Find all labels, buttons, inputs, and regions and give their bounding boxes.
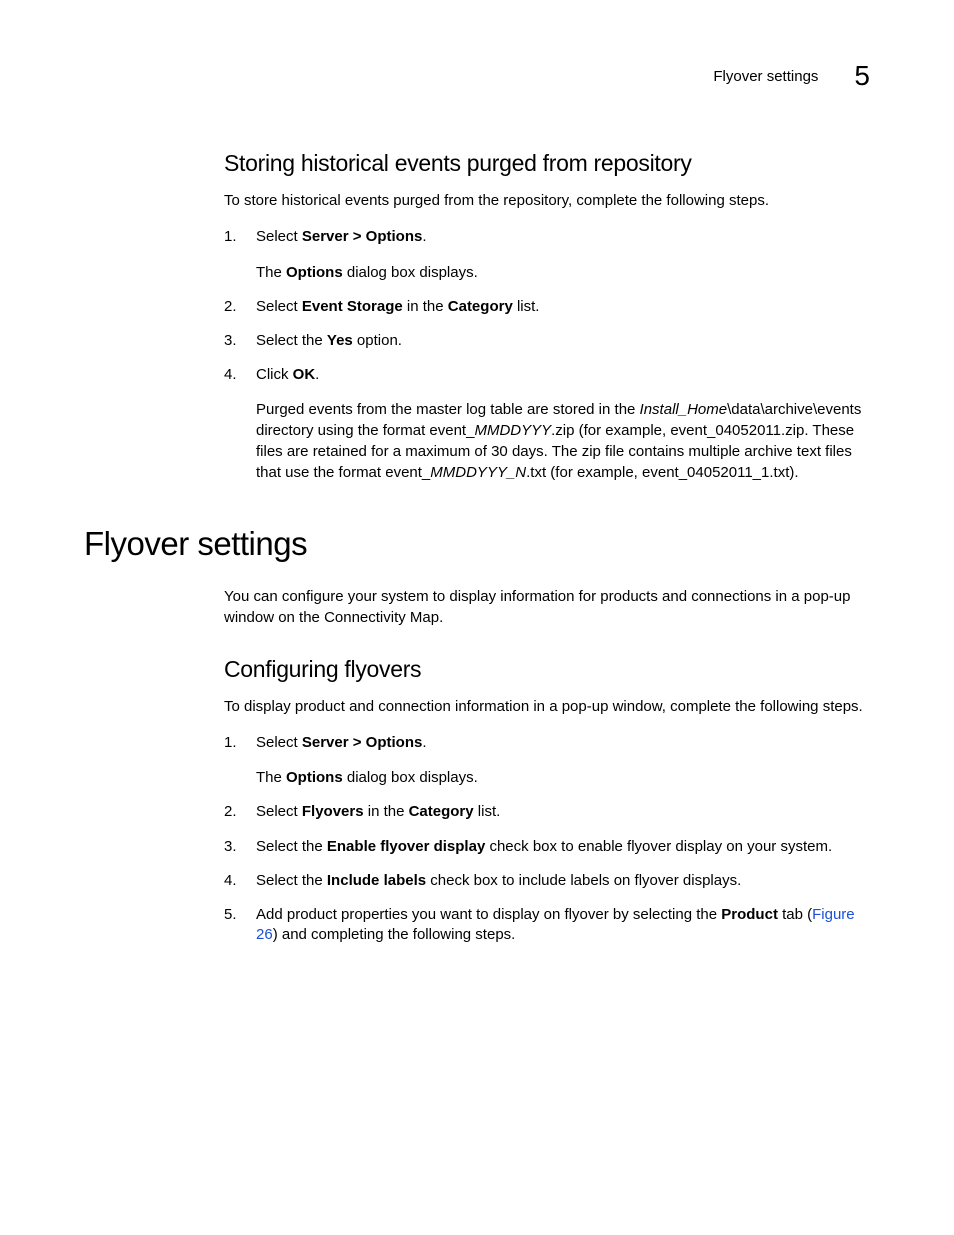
bold-text: OK <box>293 366 316 383</box>
page: Flyover settings 5 Storing historical ev… <box>0 0 954 960</box>
bold-text: Options <box>286 264 343 281</box>
text: list. <box>513 298 540 315</box>
text: check box to enable flyover display on y… <box>485 838 832 855</box>
substep: The Options dialog box displays. <box>256 262 872 283</box>
text: dialog box displays. <box>343 769 478 786</box>
italic-text: MMDDYYY <box>474 422 551 439</box>
intro-configuring: To display product and connection inform… <box>224 697 872 717</box>
text: in the <box>364 803 409 820</box>
text: option. <box>353 332 402 349</box>
bold-text: Flyovers <box>302 803 364 820</box>
text: Select the <box>256 872 327 889</box>
step-item: Select the Enable flyover display check … <box>224 837 872 857</box>
text: Purged events from the master log table … <box>256 401 640 418</box>
text: Click <box>256 366 293 383</box>
text: Add product properties you want to displ… <box>256 906 721 923</box>
italic-text: MMDDYYY_N <box>430 464 526 481</box>
text: ) and completing the following steps. <box>273 926 516 943</box>
step-item: Select the Yes option. <box>224 331 872 351</box>
text: in the <box>403 298 448 315</box>
step-item: Add product properties you want to displ… <box>224 905 872 946</box>
text: Select the <box>256 838 327 855</box>
text: check box to include labels on flyover d… <box>426 872 741 889</box>
substep: Purged events from the master log table … <box>256 399 872 483</box>
heading-configuring-flyovers: Configuring flyovers <box>224 656 872 683</box>
text: Select <box>256 228 302 245</box>
steps-storing: Select Server > Options. The Options dia… <box>224 227 872 483</box>
bold-text: Enable flyover display <box>327 838 485 855</box>
step-item: Select Server > Options. The Options dia… <box>224 733 872 788</box>
text: Select <box>256 298 302 315</box>
step-item: Select Event Storage in the Category lis… <box>224 297 872 317</box>
heading-storing-historical: Storing historical events purged from re… <box>224 150 872 177</box>
intro-storing: To store historical events purged from t… <box>224 191 872 211</box>
step-item: Select the Include labels check box to i… <box>224 871 872 891</box>
text: dialog box displays. <box>343 264 478 281</box>
italic-text: Install_Home <box>640 401 728 418</box>
text: Select the <box>256 332 327 349</box>
intro-flyover: You can configure your system to display… <box>224 587 872 628</box>
bold-text: Event Storage <box>302 298 403 315</box>
bold-text: Yes <box>327 332 353 349</box>
bold-text: Category <box>448 298 513 315</box>
text: .txt (for example, event_04052011_1.txt)… <box>526 464 798 481</box>
text: The <box>256 769 286 786</box>
content-column: Storing historical events purged from re… <box>224 150 872 946</box>
step-item: Click OK. Purged events from the master … <box>224 365 872 483</box>
step-item: Select Flyovers in the Category list. <box>224 802 872 822</box>
text: Select <box>256 803 302 820</box>
text: . <box>422 228 426 245</box>
steps-configuring: Select Server > Options. The Options dia… <box>224 733 872 946</box>
text: Select <box>256 734 302 751</box>
step-item: Select Server > Options. The Options dia… <box>224 227 872 282</box>
bold-text: Options <box>286 769 343 786</box>
text: The <box>256 264 286 281</box>
bold-text: Server > Options <box>302 734 422 751</box>
text: list. <box>474 803 501 820</box>
text: tab ( <box>778 906 812 923</box>
substep: The Options dialog box displays. <box>256 767 872 788</box>
bold-text: Product <box>721 906 778 923</box>
text: . <box>422 734 426 751</box>
chapter-number: 5 <box>854 60 870 92</box>
bold-text: Category <box>409 803 474 820</box>
running-header: Flyover settings 5 <box>84 60 874 92</box>
running-title: Flyover settings <box>713 68 818 85</box>
bold-text: Include labels <box>327 872 426 889</box>
heading-flyover-settings: Flyover settings <box>84 525 872 563</box>
text: . <box>315 366 319 383</box>
bold-text: Server > Options <box>302 228 422 245</box>
